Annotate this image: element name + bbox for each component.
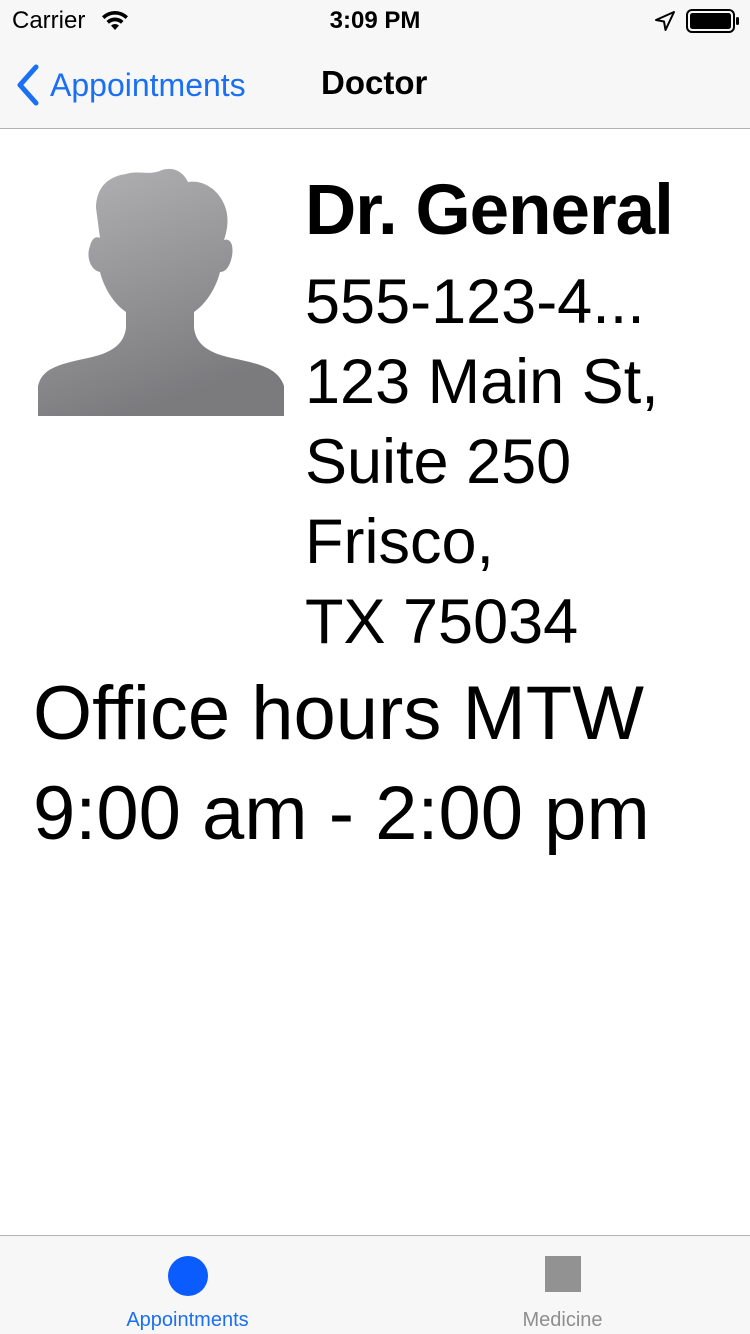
office-hours-time: 9:00 am - 2:00 pm [33, 771, 650, 856]
status-time: 3:09 PM [329, 7, 421, 34]
tab-bar: Appointments Medicine [0, 1235, 750, 1334]
location-icon [655, 11, 675, 31]
page-title: Doctor [321, 64, 428, 101]
chevron-left-icon [17, 64, 39, 106]
doctor-phone[interactable]: 555-123-4... [305, 266, 645, 338]
address-line: 123 Main St, [305, 347, 659, 417]
person-silhouette-icon [38, 168, 284, 416]
battery-icon [686, 9, 739, 33]
office-hours-label: Office hours MTW [33, 671, 644, 756]
address-line: TX 75034 [305, 587, 579, 657]
address-line: Frisco, [305, 507, 494, 577]
navigation-bar: Appointments Doctor [0, 40, 750, 129]
circle-icon [168, 1256, 208, 1296]
tab-label: Medicine [522, 1309, 603, 1331]
tab-medicine[interactable]: Medicine [375, 1236, 750, 1334]
tab-label: Appointments [126, 1309, 249, 1331]
tab-appointments[interactable]: Appointments [0, 1236, 375, 1334]
doctor-name: Dr. General [305, 171, 674, 250]
back-button[interactable]: Appointments [14, 62, 246, 108]
doctor-screen: Carrier 3:09 PM Appointments Doctor Dr. … [0, 0, 750, 1334]
status-bar: Carrier 3:09 PM [0, 0, 750, 40]
back-button-label: Appointments [50, 66, 246, 103]
square-icon [545, 1256, 581, 1292]
address-line: Suite 250 [305, 427, 572, 497]
